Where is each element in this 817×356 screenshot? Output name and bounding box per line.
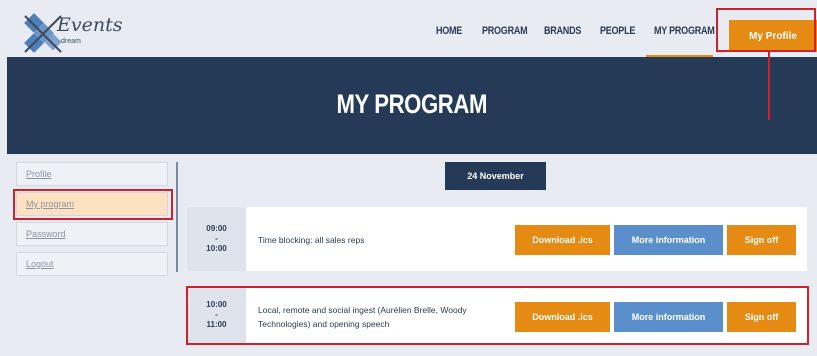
page-title: MY PROGRAM [336, 89, 488, 119]
nav-people[interactable]: PEOPLE [600, 25, 635, 37]
download-ics-button[interactable]: Download .ics [515, 225, 610, 255]
time-start: 09:00 [206, 224, 227, 233]
highlight-connector [768, 52, 770, 120]
page-banner: MY PROGRAM [7, 57, 817, 154]
nav-home[interactable]: HOME [436, 25, 462, 37]
highlight-my-program [13, 189, 173, 220]
sign-off-button[interactable]: Sign off [727, 225, 796, 255]
session-title: Time blocking: all sales reps [258, 235, 365, 245]
session-row: 09:00 - 10:00 Time blocking: all sales r… [187, 207, 807, 271]
sidebar-item-profile[interactable]: Profile [16, 162, 168, 186]
sidebar-divider [176, 162, 178, 272]
date-tab[interactable]: 24 November [445, 162, 546, 190]
highlight-session [186, 286, 809, 345]
logo-text: Events [57, 14, 123, 36]
more-information-button[interactable]: More information [614, 225, 723, 255]
logo-subtext: dream [61, 38, 81, 45]
nav-brands[interactable]: BRANDS [544, 25, 581, 37]
top-header: Events dream HOME PROGRAM BRANDS PEOPLE … [7, 6, 817, 57]
time-separator: - [215, 234, 218, 243]
session-time: 09:00 - 10:00 [187, 207, 246, 271]
nav-my-program[interactable]: MY PROGRAM [654, 25, 715, 37]
sidebar-item-logout[interactable]: Logout [16, 252, 168, 276]
events-logo[interactable]: Events dream [21, 12, 123, 54]
time-end: 10:00 [206, 244, 227, 253]
highlight-my-profile [716, 8, 816, 52]
sidebar-item-password[interactable]: Password [16, 222, 168, 246]
nav-program[interactable]: PROGRAM [482, 25, 528, 37]
